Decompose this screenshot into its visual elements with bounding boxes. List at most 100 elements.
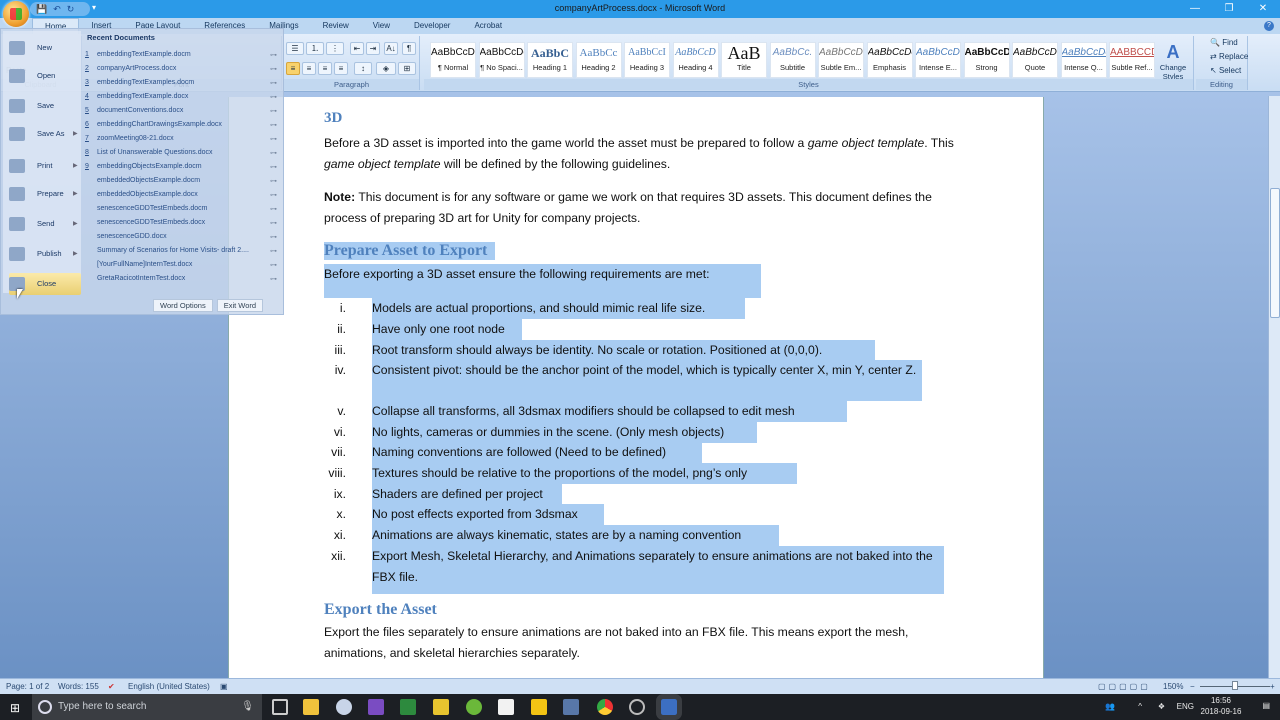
style-quote[interactable]: AaBbCcDc Quote: [1012, 42, 1058, 78]
pin-icon[interactable]: ⊶: [270, 51, 277, 59]
style-heading-1[interactable]: AaBbC Heading 1: [527, 42, 573, 78]
obs-icon[interactable]: [629, 699, 645, 715]
pin-icon[interactable]: ⊶: [270, 177, 277, 185]
pin-icon[interactable]: ⊶: [270, 219, 277, 227]
zoom-level[interactable]: 150%: [1163, 682, 1183, 691]
close-button[interactable]: ✕: [1246, 0, 1280, 18]
word-options-button[interactable]: Word Options: [153, 299, 213, 312]
help-icon[interactable]: ?: [1264, 21, 1274, 31]
macro-recording-icon[interactable]: ▣: [220, 682, 228, 691]
recent-document[interactable]: 6 embeddingChartDrawingsExample.docx ⊶: [85, 121, 281, 129]
style-heading-3[interactable]: AaBbCcI Heading 3: [624, 42, 670, 78]
align-right-button[interactable]: ≡: [318, 62, 332, 75]
pin-icon[interactable]: ⊶: [270, 191, 277, 199]
exit-word-button[interactable]: Exit Word: [216, 299, 264, 312]
tab-developer[interactable]: Developer: [402, 18, 462, 34]
file-explorer-icon[interactable]: [303, 699, 319, 715]
recent-document[interactable]: 2 companyArtProcess.docx ⊶: [85, 65, 281, 73]
multilevel-list-button[interactable]: ⋮: [326, 42, 344, 55]
office-button[interactable]: [3, 1, 29, 27]
office-menu-open[interactable]: Open: [9, 65, 81, 87]
shading-button[interactable]: ◈: [376, 62, 396, 75]
office-menu-save[interactable]: Save: [9, 95, 81, 117]
excel-icon[interactable]: [400, 699, 416, 715]
language-indicator[interactable]: English (United States): [128, 682, 210, 691]
task-view-icon[interactable]: [272, 699, 288, 715]
taskbar-search-input[interactable]: Type here to search 🎙: [32, 694, 262, 720]
style-subtle-em[interactable]: AaBbCcDc Subtle Em...: [818, 42, 864, 78]
paint-app-icon[interactable]: [336, 699, 352, 715]
tab-review[interactable]: Review: [311, 18, 361, 34]
page-count[interactable]: Page: 1 of 2: [6, 682, 49, 691]
recent-document[interactable]: 9 embeddingObjectsExample.docm ⊶: [85, 163, 281, 171]
sort-button[interactable]: A↓: [384, 42, 398, 55]
chrome-icon[interactable]: [597, 699, 613, 715]
pin-icon[interactable]: ⊶: [270, 93, 277, 101]
recent-document[interactable]: [YourFullName]InternTest.docx ⊶: [85, 261, 281, 269]
office-menu-publish[interactable]: Publish ▶: [9, 243, 81, 265]
change-styles-button[interactable]: A Change Styles: [1158, 42, 1188, 81]
pin-icon[interactable]: ⊶: [270, 247, 277, 255]
justify-button[interactable]: ≡: [334, 62, 348, 75]
office-menu-prepare[interactable]: Prepare ▶: [9, 183, 81, 205]
utorrent-icon[interactable]: [466, 699, 482, 715]
pin-icon[interactable]: ⊶: [270, 79, 277, 87]
style-title[interactable]: AaB Title: [721, 42, 767, 78]
recent-document[interactable]: GretaRacicotInternTest.docx ⊶: [85, 275, 281, 283]
tab-view[interactable]: View: [361, 18, 402, 34]
word-count[interactable]: Words: 155: [58, 682, 99, 691]
proofing-icon[interactable]: ✔: [108, 682, 115, 691]
recent-document[interactable]: 5 documentConventions.docx ⊶: [85, 107, 281, 115]
style-intense-e[interactable]: AaBbCcDc Intense E...: [915, 42, 961, 78]
increase-indent-button[interactable]: ⇥: [366, 42, 380, 55]
style-emphasis[interactable]: AaBbCcDc Emphasis: [866, 42, 913, 78]
recent-document[interactable]: 1 embeddingTextExample.docm ⊶: [85, 51, 281, 59]
show-hidden-icons-button[interactable]: ^: [1138, 702, 1142, 711]
style-no-spaci[interactable]: AaBbCcDc ¶ No Spaci...: [478, 42, 525, 78]
pin-icon[interactable]: ⊶: [270, 135, 277, 143]
language-indicator-tray[interactable]: ENG: [1177, 702, 1194, 711]
view-buttons[interactable]: ▢▢▢▢▢: [1098, 682, 1151, 691]
recent-document[interactable]: 7 zoomMeeting08-21.docx ⊶: [85, 135, 281, 143]
decrease-indent-button[interactable]: ⇤: [350, 42, 364, 55]
zoom-slider-handle[interactable]: [1232, 681, 1238, 690]
style-subtitle[interactable]: AaBbCc. Subtitle: [769, 42, 816, 78]
find-button[interactable]: 🔍 Find: [1210, 38, 1238, 47]
show-formatting-button[interactable]: ¶: [402, 42, 416, 55]
office-menu-send[interactable]: Send ▶: [9, 213, 81, 235]
style-intense-q[interactable]: AaBbCcDc Intense Q...: [1060, 42, 1107, 78]
style-heading-4[interactable]: AaBbCcD Heading 4: [672, 42, 719, 78]
scrollbar-thumb[interactable]: [1270, 188, 1280, 318]
code-editor-icon[interactable]: [498, 699, 514, 715]
recent-document[interactable]: Summary of Scenarios for Home Visits- dr…: [85, 247, 281, 255]
pin-icon[interactable]: ⊶: [270, 275, 277, 283]
pin-icon[interactable]: ⊶: [270, 233, 277, 241]
recent-document[interactable]: embeddedObjectsExample.docx ⊶: [85, 191, 281, 199]
align-center-button[interactable]: ≡: [302, 62, 316, 75]
select-button[interactable]: ↖ Select: [1210, 66, 1241, 75]
recent-document[interactable]: 4 embeddingTextExample.docx ⊶: [85, 93, 281, 101]
restore-button[interactable]: ❐: [1212, 0, 1246, 18]
pin-icon[interactable]: ⊶: [270, 65, 277, 73]
people-icon[interactable]: 👥: [1105, 702, 1115, 711]
zoom-out-button[interactable]: −: [1190, 682, 1195, 691]
postgresql-icon[interactable]: [563, 699, 579, 715]
pin-icon[interactable]: ⊶: [270, 149, 277, 157]
action-center-icon[interactable]: ▤: [1262, 701, 1270, 710]
word-taskbar-icon[interactable]: [656, 694, 682, 720]
style-normal[interactable]: AaBbCcDc ¶ Normal: [430, 42, 476, 78]
recent-document[interactable]: senescenceGDDTestEmbeds.docx ⊶: [85, 219, 281, 227]
style-strong[interactable]: AaBbCcDc Strong: [963, 42, 1010, 78]
clock[interactable]: 16:56 2018-09-16: [1197, 696, 1245, 716]
borders-button[interactable]: ⊞: [398, 62, 416, 75]
replace-button[interactable]: ⇄ Replace: [1210, 52, 1248, 61]
pin-icon[interactable]: ⊶: [270, 205, 277, 213]
zoom-in-button[interactable]: +: [1270, 682, 1275, 691]
microphone-icon[interactable]: 🎙: [241, 694, 254, 720]
recent-document[interactable]: senescenceGDDTestEmbeds.docm ⊶: [85, 205, 281, 213]
bullets-button[interactable]: ☰: [286, 42, 304, 55]
puzzle-app-icon[interactable]: [531, 699, 547, 715]
vertical-scrollbar[interactable]: [1268, 96, 1280, 678]
align-left-button[interactable]: ≡: [286, 62, 300, 75]
document-page[interactable]: 3D Before a 3D asset is imported into th…: [228, 97, 1044, 678]
